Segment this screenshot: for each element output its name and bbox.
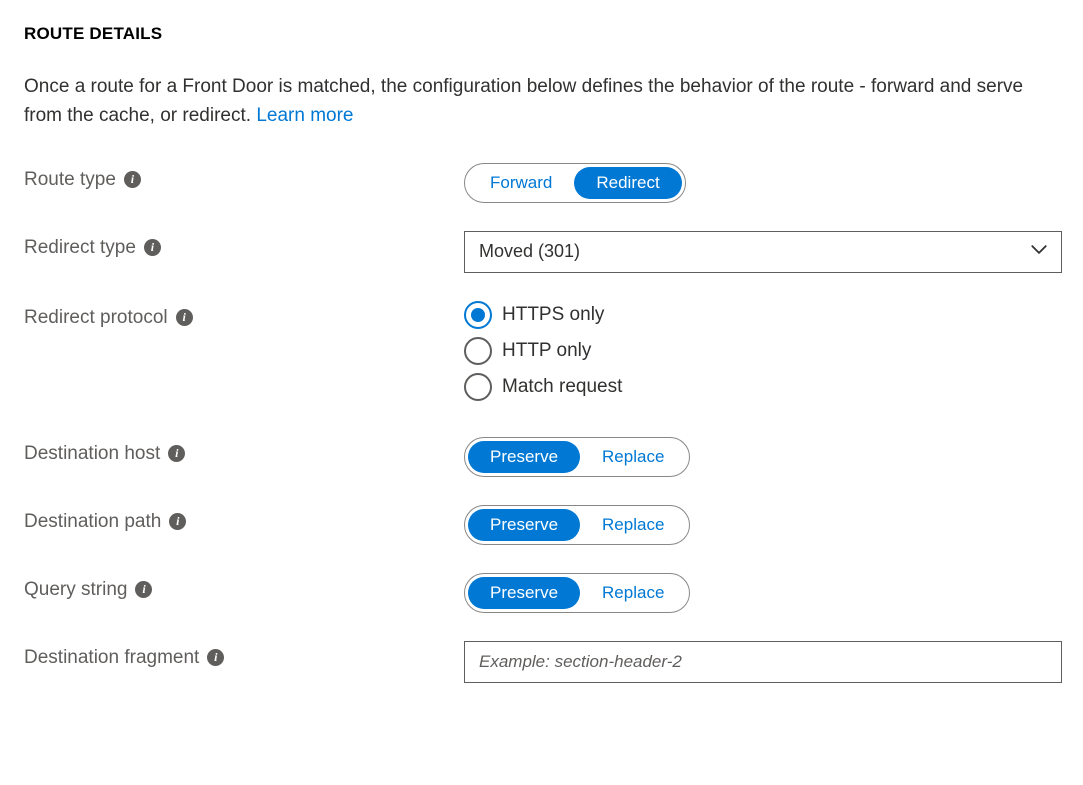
query-string-preserve-pill[interactable]: Preserve (468, 577, 580, 609)
row-redirect-type: Redirect type i Moved (301) (24, 231, 1059, 273)
destination-path-replace-pill[interactable]: Replace (580, 509, 686, 541)
redirect-protocol-https-radio[interactable]: HTTPS only (464, 301, 1059, 329)
label-destination-host-text: Destination host (24, 443, 160, 465)
destination-host-preserve-pill[interactable]: Preserve (468, 441, 580, 473)
destination-host-toggle: Preserve Replace (464, 437, 690, 477)
row-destination-host: Destination host i Preserve Replace (24, 437, 1059, 477)
label-route-type: Route type i (24, 163, 464, 191)
info-icon[interactable]: i (176, 309, 193, 326)
route-type-redirect-pill[interactable]: Redirect (574, 167, 681, 199)
destination-host-replace-pill[interactable]: Replace (580, 441, 686, 473)
redirect-type-value: Moved (301) (464, 231, 1062, 273)
label-destination-fragment: Destination fragment i (24, 641, 464, 669)
label-query-string: Query string i (24, 573, 464, 601)
learn-more-link[interactable]: Learn more (256, 105, 353, 126)
redirect-protocol-match-radio[interactable]: Match request (464, 373, 1059, 401)
info-icon[interactable]: i (144, 239, 161, 256)
radio-icon (464, 301, 492, 329)
description-text: Once a route for a Front Door is matched… (24, 76, 1023, 126)
info-icon[interactable]: i (169, 513, 186, 530)
query-string-replace-pill[interactable]: Replace (580, 577, 686, 609)
row-destination-fragment: Destination fragment i (24, 641, 1059, 683)
label-redirect-protocol: Redirect protocol i (24, 301, 464, 329)
radio-label-https: HTTPS only (502, 304, 604, 326)
label-redirect-type: Redirect type i (24, 231, 464, 259)
label-destination-host: Destination host i (24, 437, 464, 465)
row-destination-path: Destination path i Preserve Replace (24, 505, 1059, 545)
label-destination-path: Destination path i (24, 505, 464, 533)
destination-path-toggle: Preserve Replace (464, 505, 690, 545)
label-destination-fragment-text: Destination fragment (24, 647, 199, 669)
query-string-toggle: Preserve Replace (464, 573, 690, 613)
destination-fragment-input[interactable] (464, 641, 1062, 683)
label-route-type-text: Route type (24, 169, 116, 191)
radio-label-match: Match request (502, 376, 622, 398)
row-route-type: Route type i Forward Redirect (24, 163, 1059, 203)
radio-label-http: HTTP only (502, 340, 591, 362)
radio-icon (464, 373, 492, 401)
route-type-forward-pill[interactable]: Forward (468, 167, 574, 199)
section-description: Once a route for a Front Door is matched… (24, 72, 1059, 131)
label-redirect-protocol-text: Redirect protocol (24, 307, 168, 329)
radio-icon (464, 337, 492, 365)
section-title: ROUTE DETAILS (24, 24, 1059, 44)
redirect-protocol-http-radio[interactable]: HTTP only (464, 337, 1059, 365)
info-icon[interactable]: i (207, 649, 224, 666)
info-icon[interactable]: i (135, 581, 152, 598)
label-destination-path-text: Destination path (24, 511, 161, 533)
route-type-toggle: Forward Redirect (464, 163, 686, 203)
redirect-type-select[interactable]: Moved (301) (464, 231, 1062, 273)
label-redirect-type-text: Redirect type (24, 237, 136, 259)
radio-dot-icon (471, 308, 485, 322)
row-redirect-protocol: Redirect protocol i HTTPS only HTTP only… (24, 301, 1059, 409)
info-icon[interactable]: i (168, 445, 185, 462)
info-icon[interactable]: i (124, 171, 141, 188)
label-query-string-text: Query string (24, 579, 127, 601)
row-query-string: Query string i Preserve Replace (24, 573, 1059, 613)
destination-path-preserve-pill[interactable]: Preserve (468, 509, 580, 541)
